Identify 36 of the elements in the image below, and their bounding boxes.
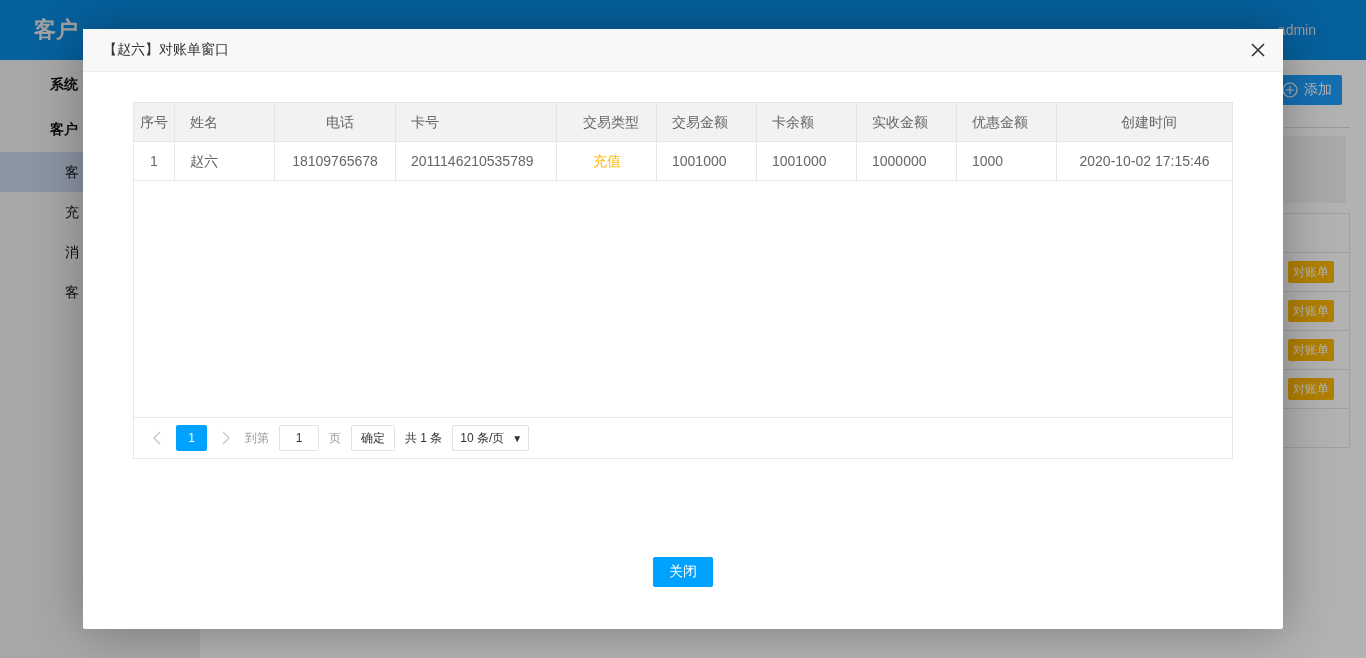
table-cell: 1000000 <box>872 153 927 169</box>
table-cell: 充值 <box>592 153 621 169</box>
column-header: 交易金额 <box>672 114 728 130</box>
table-cell: 1000 <box>972 153 1004 169</box>
statement-button[interactable]: 对账单 <box>1288 339 1334 361</box>
statement-button[interactable]: 对账单 <box>1288 300 1334 322</box>
table-cell: 18109765678 <box>292 153 378 169</box>
column-header: 交易类型 <box>583 114 639 130</box>
app-title: 客户 <box>34 16 78 44</box>
page-input[interactable]: 1 <box>279 425 319 451</box>
close-icon[interactable] <box>1251 43 1265 57</box>
goto-label: 到第 <box>245 429 269 447</box>
column-header: 姓名 <box>190 114 218 130</box>
column-header: 优惠金额 <box>972 114 1028 130</box>
statement-button[interactable]: 对账单 <box>1288 261 1334 283</box>
column-header: 创建时间 <box>1121 114 1177 130</box>
statement-button[interactable]: 对账单 <box>1288 378 1334 400</box>
table-cell: 1 <box>150 153 158 169</box>
table-cell: 2011146210535789 <box>411 153 534 169</box>
column-header: 实收金额 <box>872 114 928 130</box>
total-count: 共 1 条 <box>405 429 443 447</box>
column-header: 电话 <box>325 114 354 130</box>
page-button[interactable]: 1 <box>176 425 207 451</box>
page-size-select[interactable]: 10 条/页 ▼ <box>452 425 530 451</box>
confirm-button[interactable]: 确定 <box>351 425 395 451</box>
column-header: 序号 <box>140 114 168 130</box>
dialog-title: 【赵六】对账单窗口 <box>103 41 229 59</box>
table-cell: 1001000 <box>672 153 727 169</box>
page-unit-label: 页 <box>329 429 341 447</box>
caret-icon: ▼ <box>512 432 523 444</box>
table-cell: 赵六 <box>190 153 218 169</box>
table-cell: 1001000 <box>772 153 827 169</box>
close-button[interactable]: 关闭 <box>653 557 713 587</box>
table-cell: 2020-10-02 17:15:46 <box>1079 153 1210 169</box>
column-header: 卡余额 <box>772 114 814 130</box>
column-header: 卡号 <box>411 114 439 130</box>
